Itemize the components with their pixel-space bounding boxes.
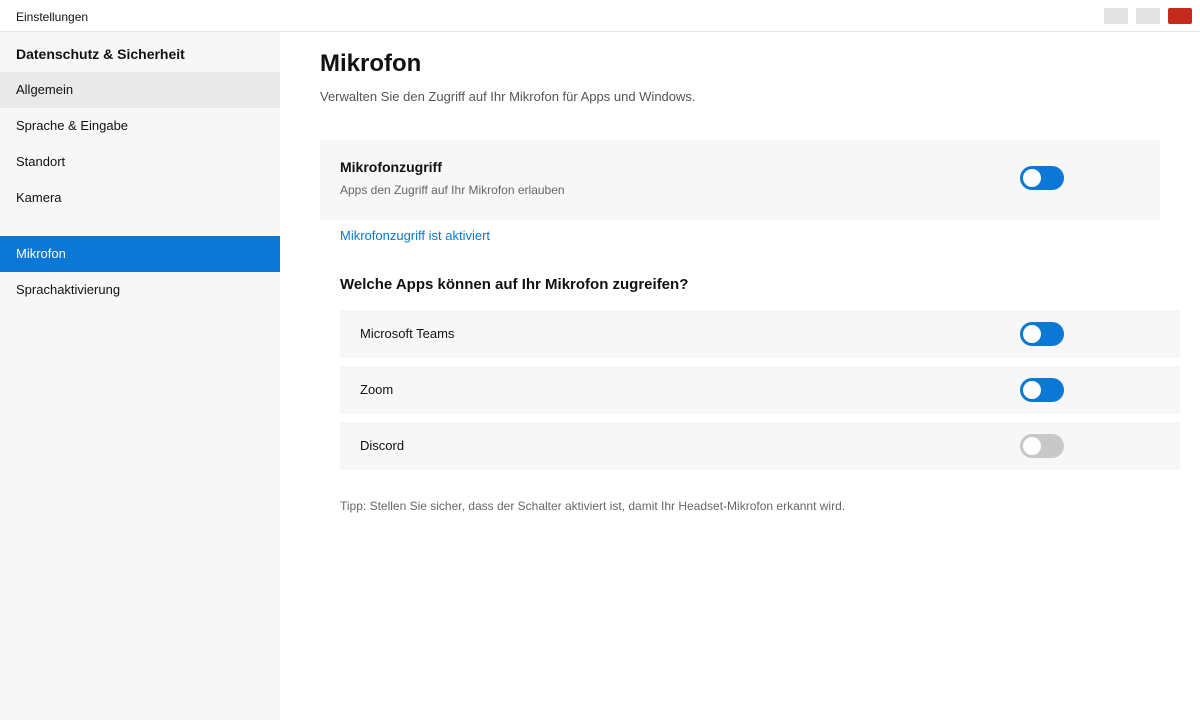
- main-content: Mikrofon Verwalten Sie den Zugriff auf I…: [280, 32, 1200, 720]
- microphone-access-toggle[interactable]: [1020, 166, 1064, 190]
- microphone-status-link[interactable]: Mikrofonzugriff ist aktiviert: [340, 228, 490, 243]
- toggle-knob: [1023, 381, 1041, 399]
- sidebar-item-standort[interactable]: Standort: [0, 144, 280, 180]
- minimize-button[interactable]: [1104, 8, 1128, 24]
- sidebar-item-sprache-eingabe[interactable]: Sprache & Eingabe: [0, 108, 280, 144]
- app-toggle-microsoft-teams[interactable]: [1020, 322, 1064, 346]
- microphone-access-card: Mikrofonzugriff Apps den Zugriff auf Ihr…: [320, 140, 1160, 220]
- close-button[interactable]: [1168, 8, 1192, 24]
- sidebar-item-allgemein[interactable]: Allgemein: [0, 72, 280, 108]
- app-row-discord: Discord: [340, 422, 1180, 470]
- maximize-button[interactable]: [1136, 8, 1160, 24]
- app-name: Discord: [360, 438, 405, 453]
- window-title: Einstellungen: [16, 10, 89, 24]
- title-bar: Einstellungen: [0, 0, 1200, 32]
- toggle-knob: [1023, 169, 1041, 187]
- microphone-access-description: Apps den Zugriff auf Ihr Mikrofon erlaub…: [340, 183, 565, 197]
- app-row-zoom: Zoom: [340, 366, 1180, 414]
- toggle-knob: [1023, 325, 1041, 343]
- tip-text: Tipp: Stellen Sie sicher, dass der Schal…: [340, 499, 846, 513]
- sidebar: Datenschutz & Sicherheit Allgemein Sprac…: [0, 32, 280, 720]
- microphone-access-title: Mikrofonzugriff: [340, 159, 442, 175]
- page-title: Mikrofon: [320, 50, 422, 77]
- app-row-microsoft-teams: Microsoft Teams: [340, 310, 1180, 358]
- sidebar-item-sprachaktivierung[interactable]: Sprachaktivierung: [0, 272, 280, 308]
- app-name: Zoom: [360, 382, 394, 397]
- app-toggle-discord[interactable]: [1020, 434, 1064, 458]
- app-name: Microsoft Teams: [360, 326, 455, 341]
- apps-section-heading: Welche Apps können auf Ihr Mikrofon zugr…: [340, 276, 689, 293]
- sidebar-item-mikrofon[interactable]: Mikrofon: [0, 236, 280, 272]
- toggle-knob: [1023, 437, 1041, 455]
- page-subtitle: Verwalten Sie den Zugriff auf Ihr Mikrof…: [320, 89, 696, 104]
- sidebar-item-kamera[interactable]: Kamera: [0, 180, 280, 216]
- app-toggle-zoom[interactable]: [1020, 378, 1064, 402]
- sidebar-heading: Datenschutz & Sicherheit: [16, 46, 185, 62]
